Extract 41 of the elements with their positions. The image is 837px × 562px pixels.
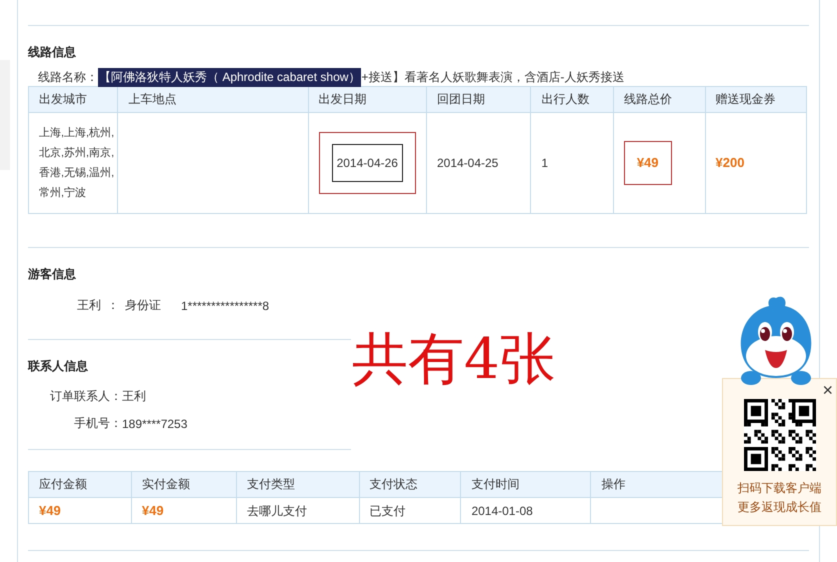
column-header: 支付状态 (359, 472, 461, 498)
popup-text: 更多返现成长值 (738, 499, 822, 516)
traveler-name: 王利 (77, 297, 101, 314)
id-type: 身份证 (125, 297, 161, 314)
column-header: 上车地点 (118, 86, 308, 112)
price-text: ¥49 (142, 502, 164, 518)
route-name-highlight: 【阿佛洛狄特人妖秀（ Aphrodite cabaret show） (98, 68, 362, 86)
section-title: 联系人信息 (28, 358, 89, 375)
column-header: 实付金额 (131, 472, 236, 498)
field-label: 手机号： (73, 415, 122, 432)
cell-text: 上海,上海,杭州,北京,苏州,南京,香港,无锡,温州,常州,宁波 (39, 126, 116, 201)
annotation-text: 共有4张 (352, 326, 556, 394)
close-button[interactable]: × (822, 381, 833, 399)
cell-text: 2014-01-08 (471, 504, 533, 518)
column-header: 赠送现金券 (705, 86, 806, 112)
column-header: 出行人数 (530, 86, 614, 112)
field-label: 订单联系人： (49, 388, 122, 405)
field-value: 189****7253 (122, 416, 188, 430)
column-header: 支付时间 (460, 472, 591, 498)
column-header: 支付类型 (236, 472, 360, 498)
column-header: 应付金额 (28, 472, 132, 498)
column-header: 出发城市 (28, 86, 118, 112)
column-header: 出发日期 (308, 86, 426, 112)
id-number: 1****************8 (181, 298, 270, 312)
cell-text: 已支付 (370, 504, 406, 518)
cell-text: 2014-04-25 (436, 155, 498, 172)
date-text: 2014-04-26 (332, 144, 403, 182)
section-title: 线路信息 (28, 44, 77, 61)
price-text: ¥49 (636, 154, 659, 172)
price-text: ¥200 (716, 154, 744, 172)
section-title: 游客信息 (28, 266, 77, 283)
field-value: 王利 (122, 388, 146, 405)
route-name-text: +接送】看著名人妖歌舞表演，含酒店-人妖秀接送 (361, 68, 624, 86)
separator-text: ： (107, 297, 119, 314)
column-header: 线路总价 (613, 86, 706, 112)
qr-code-icon (744, 399, 816, 471)
price-text: ¥49 (39, 502, 61, 518)
route-name-label: 线路名称： (38, 68, 98, 86)
cell-text: 1 (541, 155, 548, 172)
column-header: 回团日期 (426, 86, 531, 112)
cell-text: 去哪儿支付 (246, 504, 307, 518)
